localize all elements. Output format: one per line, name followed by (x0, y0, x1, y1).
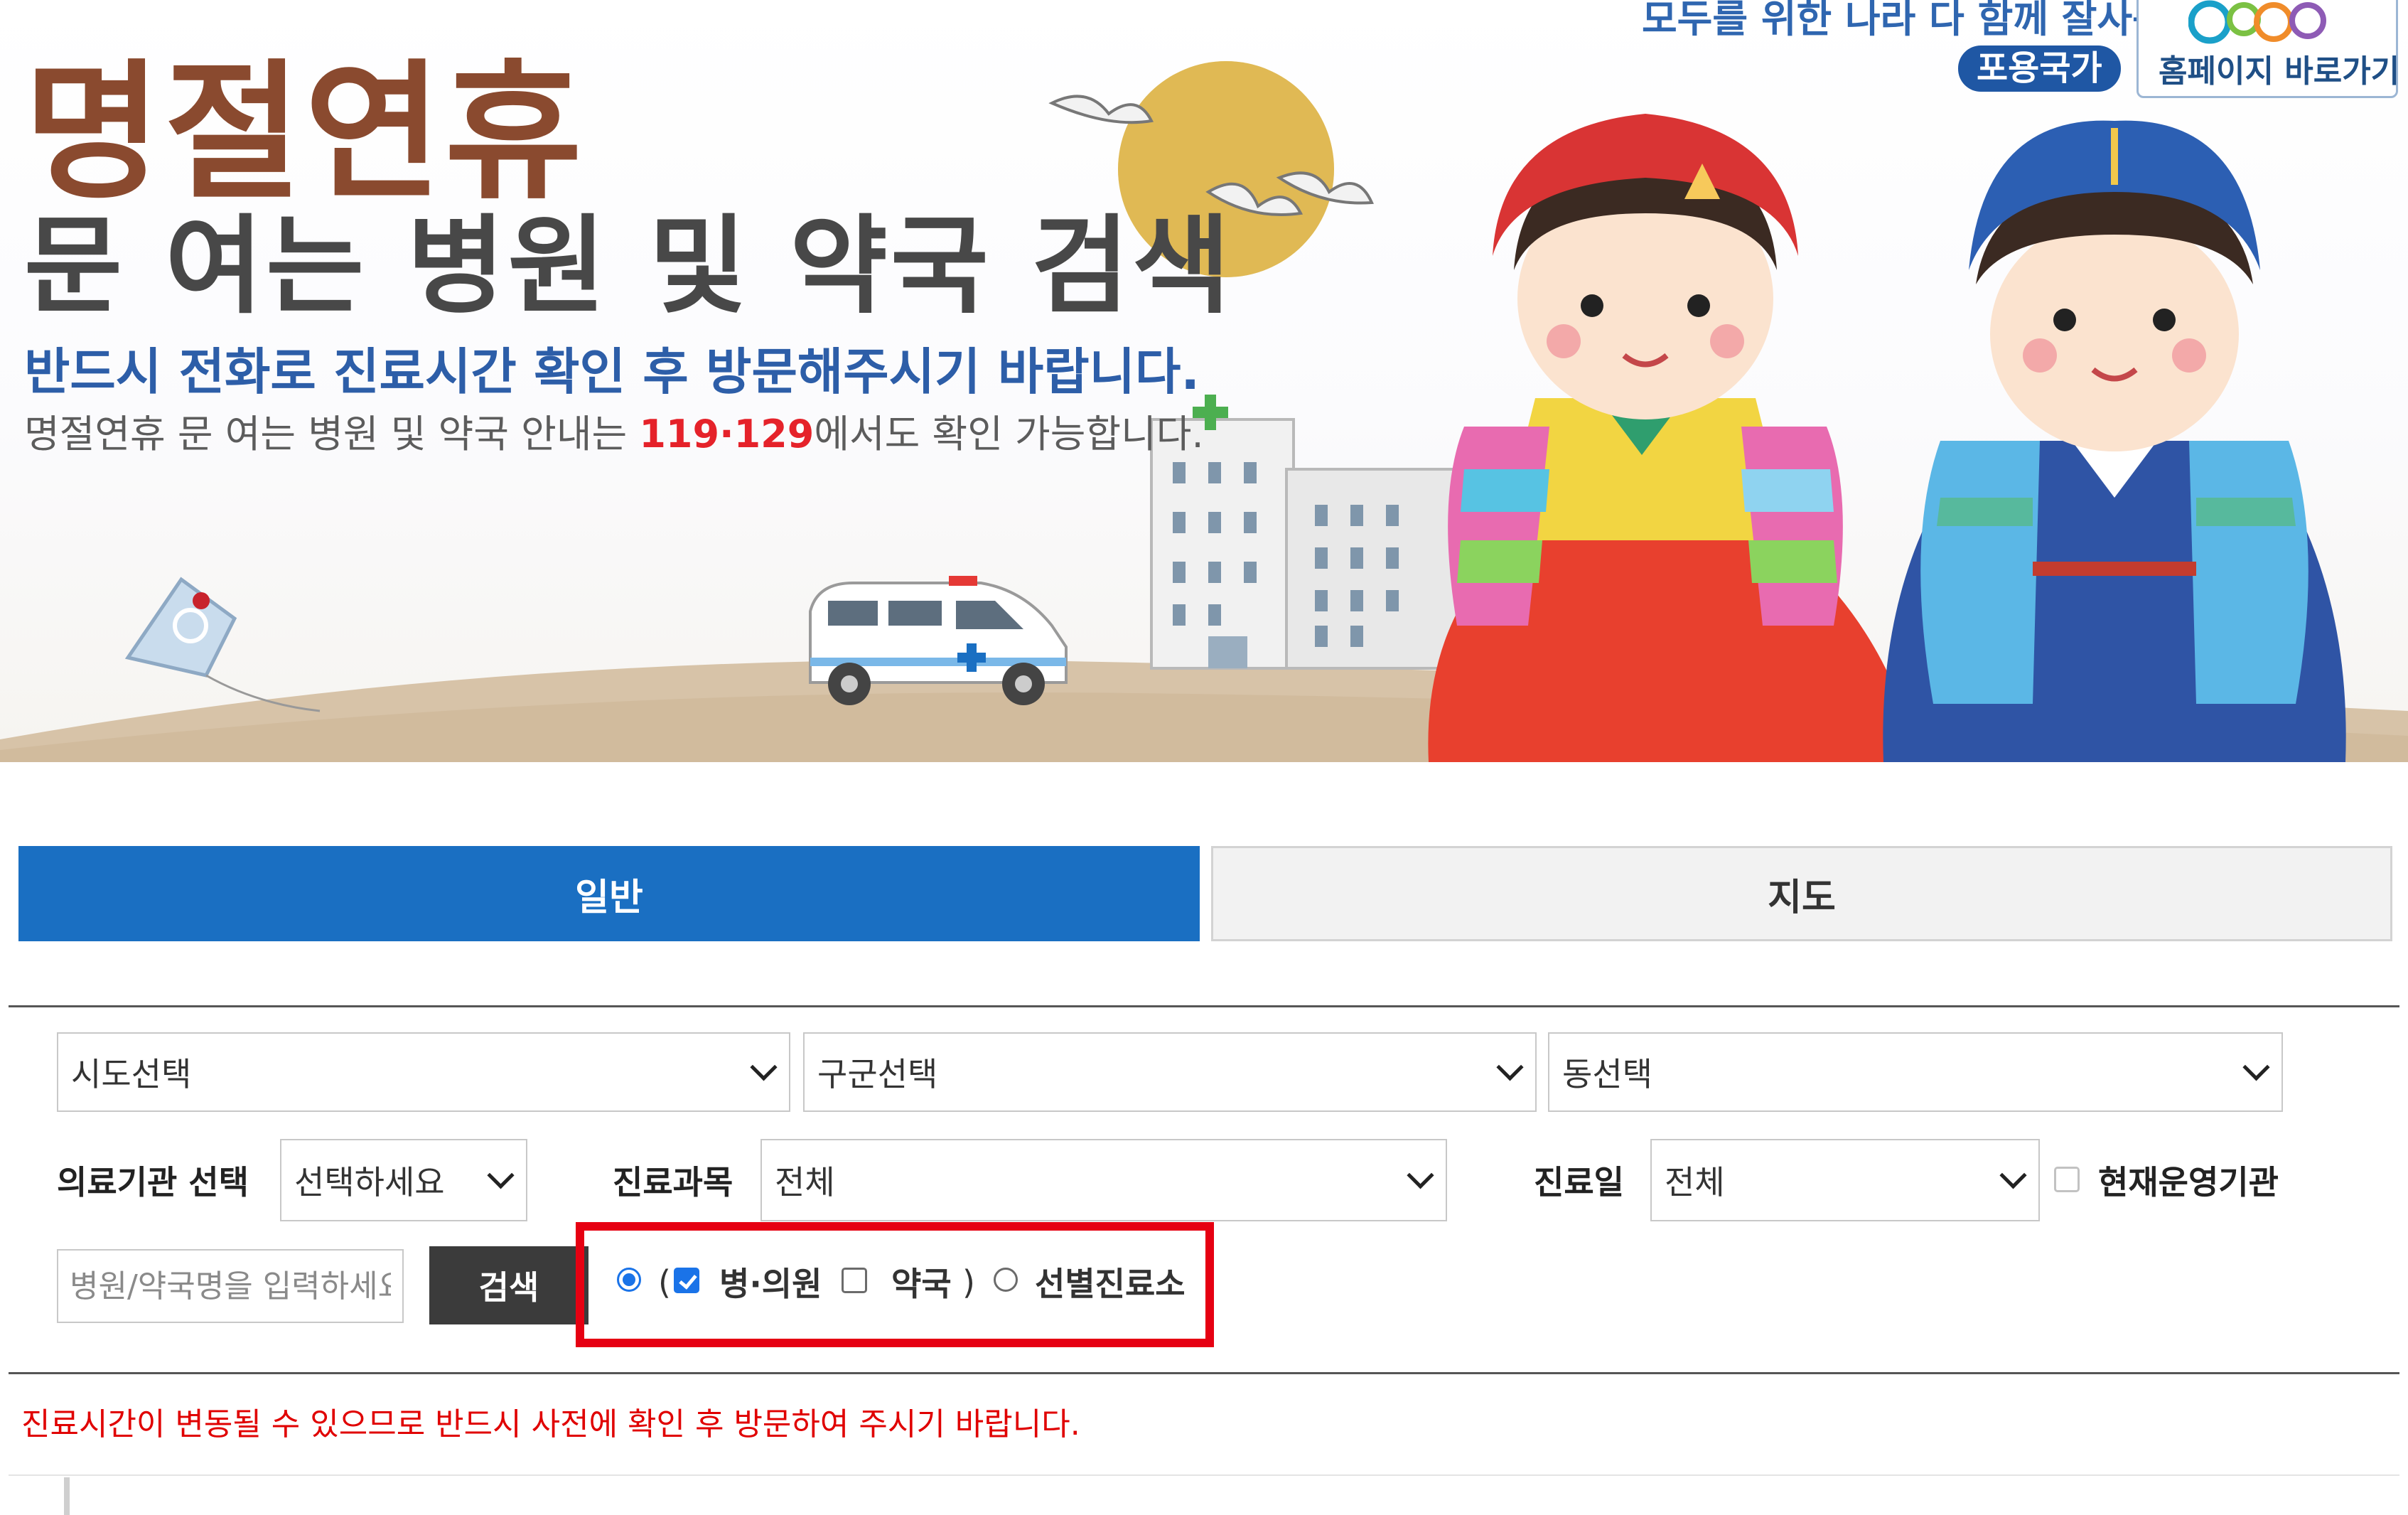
institution-select[interactable]: 선택하세요 (280, 1139, 527, 1221)
kite-icon (124, 577, 321, 712)
tab-map[interactable]: 지도 (1211, 846, 2392, 941)
chevron-down-icon (1496, 1054, 1524, 1081)
tab-general[interactable]: 일반 (18, 846, 1200, 941)
date-select[interactable]: 전체 (1650, 1139, 2040, 1221)
institution-select-value: 선택하세요 (294, 1163, 445, 1201)
operating-label: 현재운영기관 (2098, 1163, 2279, 1201)
screening-radio[interactable] (994, 1268, 1018, 1292)
open-paren: ( (658, 1263, 671, 1302)
results-divider (9, 1474, 2399, 1476)
department-select[interactable]: 전체 (760, 1139, 1447, 1221)
chevron-down-icon (487, 1162, 515, 1189)
date-select-value: 전체 (1665, 1163, 1725, 1201)
chevron-down-icon (2242, 1054, 2270, 1081)
girl-hanbok-character (1428, 114, 1919, 762)
panel-bottom-divider (9, 1372, 2399, 1374)
holiday-banner: 명절연휴 문 여는 병원 및 약국 검색 반드시 전화로 진료시간 확인 후 방… (0, 0, 2408, 762)
date-label: 진료일 (1534, 1163, 1624, 1201)
inclusive-nation-badge: 포용국가 (1958, 45, 2121, 92)
banner-info-prefix: 명절연휴 문 여는 병원 및 약국 안내는 (24, 412, 640, 456)
sido-select-value: 시도선택 (71, 1055, 192, 1093)
gugun-select[interactable]: 구군선택 (803, 1032, 1537, 1112)
dong-select-value: 동선택 (1562, 1055, 1652, 1093)
panel-top-divider (9, 1005, 2399, 1007)
institution-type-group: ( 병·의원 약국 ) 선별진료소 (576, 1222, 1214, 1347)
close-paren: ) (962, 1263, 975, 1302)
hospital-checkbox[interactable] (674, 1268, 699, 1293)
homepage-link-label: 홈페이지 바로가기 (2159, 53, 2400, 90)
chevron-down-icon (1407, 1162, 1434, 1189)
hospital-label: 병·의원 (719, 1265, 822, 1303)
chevron-down-icon (750, 1054, 778, 1081)
visit-warning-text: 진료시간이 변동될 수 있으므로 반드시 사전에 확인 후 방문하여 주시기 바… (21, 1406, 1080, 1442)
banner-info: 명절연휴 문 여는 병원 및 약국 안내는 119·129에서도 확인 가능합니… (24, 415, 1204, 454)
institution-name-input[interactable] (57, 1249, 404, 1323)
department-select-value: 전체 (775, 1163, 835, 1201)
chevron-down-icon (1999, 1162, 2027, 1189)
department-label: 진료과목 (613, 1163, 733, 1201)
type-group-radio[interactable] (617, 1268, 641, 1292)
results-list-edge (64, 1477, 70, 1515)
government-slogan: 모두를 위한 나라 다 함께 잘사는 (1642, 0, 2168, 41)
egen-logo-icon (2188, 0, 2331, 58)
banner-title: 명절연휴 (24, 45, 585, 220)
screening-label: 선별진료소 (1035, 1265, 1186, 1303)
search-button[interactable]: 검색 (429, 1246, 588, 1324)
institution-label: 의료기관 선택 (57, 1163, 249, 1201)
banner-notice: 반드시 전화로 진료시간 확인 후 방문해주시기 바랍니다. (24, 343, 1200, 401)
pharmacy-label: 약국 (891, 1265, 952, 1303)
banner-info-suffix: 에서도 확인 가능합니다. (814, 412, 1204, 456)
homepage-link[interactable]: 홈페이지 바로가기 (2136, 0, 2400, 98)
emergency-numbers: 119·129 (639, 412, 815, 456)
pharmacy-checkbox[interactable] (842, 1268, 867, 1293)
gugun-select-value: 구군선택 (817, 1055, 938, 1093)
dong-select[interactable]: 동선택 (1548, 1032, 2283, 1112)
sido-select[interactable]: 시도선택 (57, 1032, 790, 1112)
banner-subtitle: 문 여는 병원 및 약국 검색 (24, 205, 1234, 328)
boy-hanbok-character (1883, 120, 2346, 762)
operating-checkbox[interactable] (2054, 1167, 2080, 1192)
